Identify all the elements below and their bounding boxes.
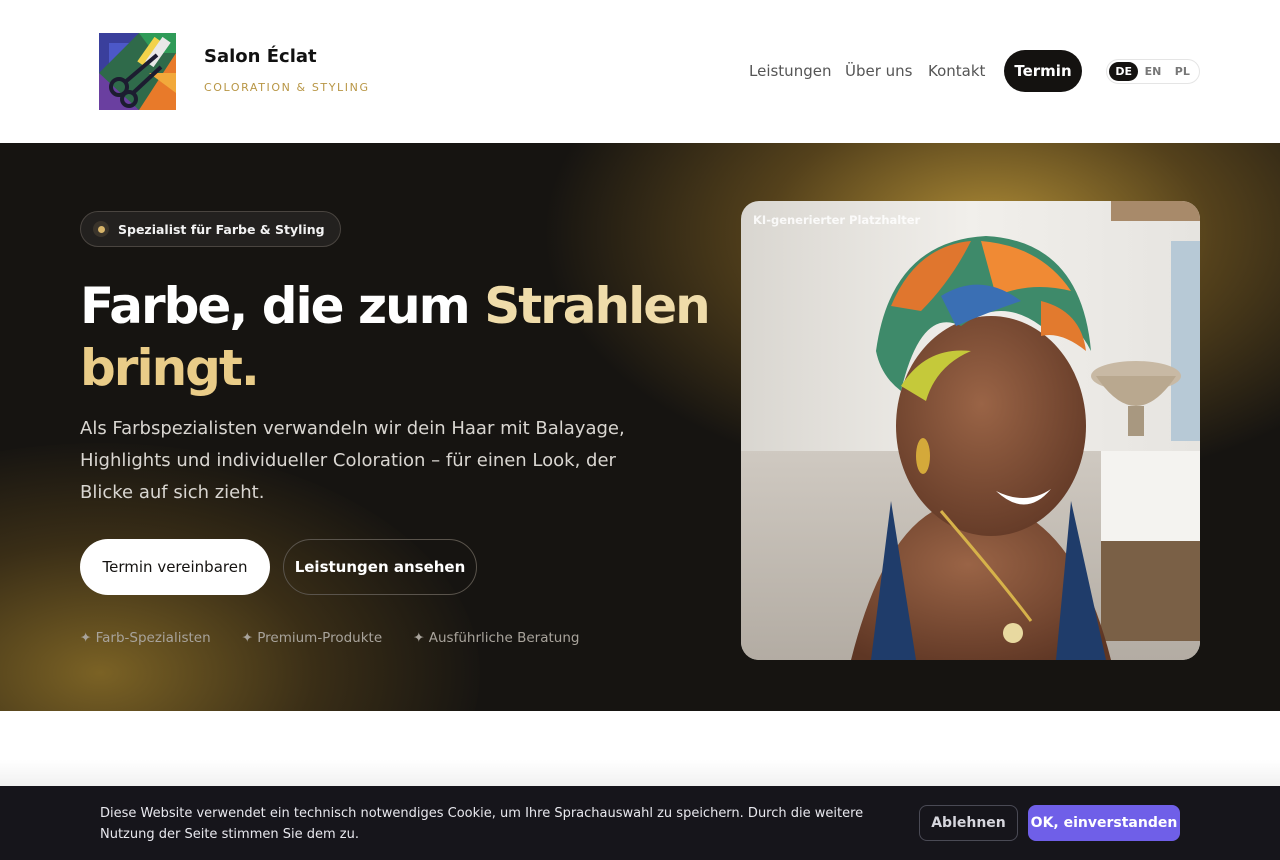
feature-item: ✦ Premium-Produkte bbox=[241, 630, 383, 646]
cookie-banner: Diese Website verwendet ein technisch no… bbox=[0, 786, 1280, 860]
badge-text: Spezialist für Farbe & Styling bbox=[118, 221, 325, 237]
site-header: Salon Éclat COLORATION & STYLING Leistun… bbox=[0, 0, 1280, 143]
cookie-decline-button[interactable]: Ablehnen bbox=[919, 805, 1018, 841]
nav-item-kontakt[interactable]: Kontakt bbox=[928, 50, 985, 92]
badge-dot-icon bbox=[93, 221, 109, 237]
ai-placeholder-label: KI-generierter Platzhalter bbox=[753, 213, 921, 227]
termin-button[interactable]: Termin bbox=[1004, 50, 1082, 92]
feature-item: ✦ Farb-Spezialisten bbox=[80, 630, 211, 646]
language-switcher: DE EN PL bbox=[1106, 59, 1200, 84]
headline-part1: Farbe, die zum bbox=[80, 277, 485, 335]
nav-item-leistungen[interactable]: Leistungen bbox=[749, 50, 831, 92]
hero-headline: Farbe, die zum Strahlen bringt. bbox=[80, 275, 720, 399]
specialist-badge: Spezialist für Farbe & Styling bbox=[80, 211, 341, 247]
language-pl[interactable]: PL bbox=[1168, 62, 1197, 81]
hero-section: Spezialist für Farbe & Styling Farbe, di… bbox=[0, 143, 1280, 711]
headline-highlight-strahlen: Strahlen bbox=[484, 277, 711, 335]
hero-photo: KI-generierter Platzhalter bbox=[741, 201, 1200, 660]
palette-scissors-icon bbox=[99, 33, 176, 110]
nav-link-kontakt[interactable]: Kontakt bbox=[928, 62, 985, 80]
brand-tagline: COLORATION & STYLING bbox=[204, 81, 370, 94]
nav-link-leistungen[interactable]: Leistungen bbox=[749, 62, 831, 80]
cookie-text: Diese Website verwendet ein technisch no… bbox=[100, 806, 864, 842]
section-divider bbox=[0, 760, 1280, 786]
book-appointment-button[interactable]: Termin vereinbaren bbox=[80, 539, 270, 595]
hero-lead-text: Als Farbspezialisten verwandeln wir dein… bbox=[80, 418, 625, 503]
cookie-accept-button[interactable]: OK, einverstanden bbox=[1028, 805, 1180, 841]
brand-name[interactable]: Salon Éclat bbox=[204, 46, 317, 67]
salon-logo[interactable] bbox=[99, 33, 176, 110]
salon-portrait-image bbox=[741, 201, 1200, 660]
feature-list: ✦ Farb-Spezialisten ✦ Premium-Produkte ✦… bbox=[80, 630, 579, 646]
feature-item: ✦ Ausführliche Beratung bbox=[413, 630, 580, 646]
nav-item-ueber-uns[interactable]: Über uns bbox=[845, 50, 913, 92]
nav-link-ueber-uns[interactable]: Über uns bbox=[845, 62, 913, 80]
headline-highlight-bringt: bringt. bbox=[80, 339, 260, 397]
view-services-button[interactable]: Leistungen ansehen bbox=[283, 539, 477, 595]
language-en[interactable]: EN bbox=[1138, 62, 1167, 81]
language-de[interactable]: DE bbox=[1109, 62, 1139, 81]
